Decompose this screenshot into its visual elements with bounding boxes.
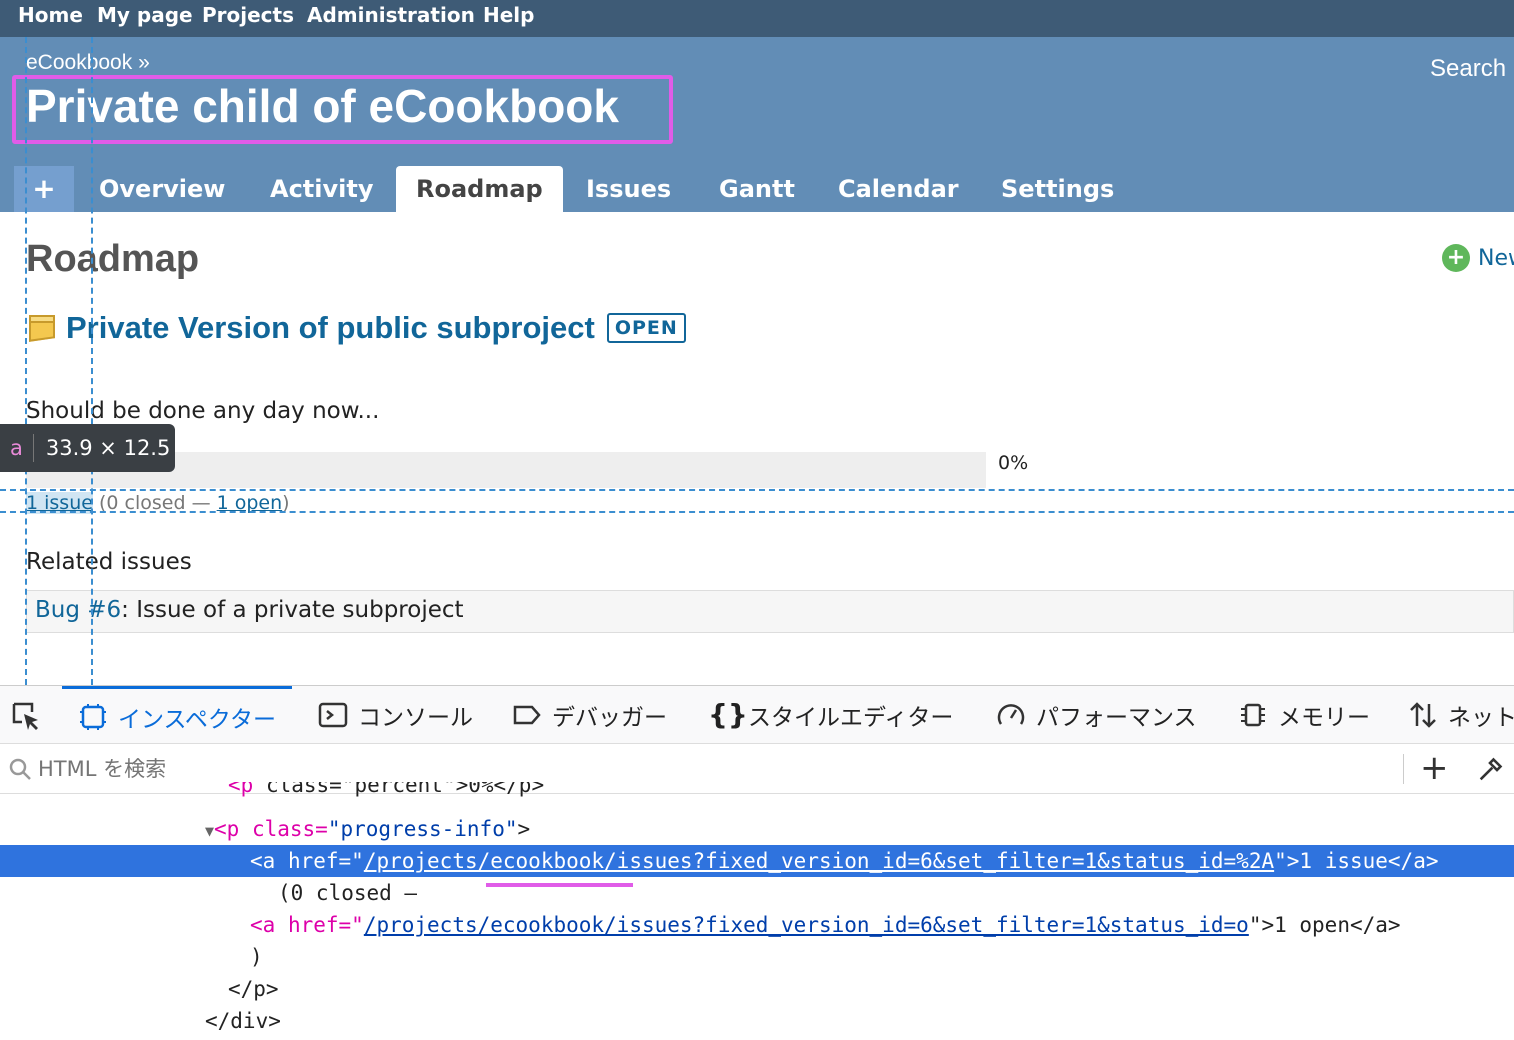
devtools-tab-label: コンソール	[358, 705, 473, 731]
package-icon	[26, 312, 58, 344]
divider	[1403, 754, 1404, 784]
code-attr-value: "progress-info"	[327, 817, 518, 841]
inspector-guide-top	[0, 489, 1514, 491]
page-title: Roadmap	[26, 238, 200, 280]
debugger-icon	[513, 705, 541, 725]
markup-line-open-anchor[interactable]: <a href="/projects/ecookbook/issues?fixe…	[0, 909, 1514, 941]
code-url[interactable]: /projects/ecookbook/issues?fixed_version…	[364, 849, 1274, 873]
code-close: >	[517, 817, 531, 841]
inspector-guide-left	[25, 37, 27, 685]
top-menu: Home My page Projects Administration Hel…	[0, 0, 1514, 37]
search-label[interactable]: Search	[1430, 55, 1506, 83]
code-tag: <p	[228, 782, 254, 797]
inspector-tooltip: a 33.9 × 12.5	[0, 424, 175, 472]
devtools-tab-label: デバッガー	[552, 705, 667, 731]
inspector-icon	[80, 703, 106, 730]
tab-calendar[interactable]: Calendar	[838, 166, 959, 212]
version-link[interactable]: Private Version of public subproject	[66, 310, 595, 346]
markup-line-paren[interactable]: )	[0, 941, 1514, 973]
inspector-guide-right	[91, 37, 93, 685]
title-highlight-box	[12, 75, 673, 144]
code-tag: <a	[250, 913, 276, 937]
devtools-tab-label: パフォーマンス	[1036, 705, 1197, 731]
tab-activity[interactable]: Activity	[270, 166, 374, 212]
status-badge: OPEN	[606, 313, 686, 343]
style-editor-icon: {}	[708, 698, 748, 731]
code-attr-name: class=	[239, 817, 328, 841]
devtools-tab-network[interactable]: ネット	[1408, 686, 1514, 744]
devtools-tab-style-editor[interactable]: {} スタイルエディター	[708, 686, 953, 744]
devtools-tab-inspector[interactable]: インスペクター	[62, 686, 293, 744]
tab-gantt[interactable]: Gantt	[719, 166, 795, 212]
tab-roadmap[interactable]: Roadmap	[396, 166, 563, 212]
devtools-panel: インスペクター コンソール デバッガー {} スタイルエディター パフォーマンス…	[0, 685, 1514, 1040]
eyedropper-icon[interactable]	[1476, 756, 1504, 784]
add-icon: +	[1442, 244, 1470, 272]
console-icon	[318, 702, 348, 728]
tooltip-tag: a	[0, 434, 34, 462]
top-menu-projects[interactable]: Projects	[202, 3, 294, 27]
tab-overview[interactable]: Overview	[99, 166, 225, 212]
devtools-tab-memory[interactable]: メモリー	[1238, 686, 1370, 744]
code-rest: ">1 open</a>	[1248, 913, 1401, 937]
collapse-triangle-icon[interactable]: ▼	[205, 822, 214, 840]
top-menu-administration[interactable]: Administration	[307, 3, 475, 27]
devtools-tab-label: インスペクター	[118, 706, 277, 733]
code-tag: <a	[250, 849, 276, 873]
code-url[interactable]: /projects/ecookbook/issues?fixed_version…	[364, 913, 1249, 937]
code-tag: <p	[214, 817, 240, 841]
related-issue-subject: : Issue of a private subproject	[121, 597, 464, 623]
devtools-tab-debugger[interactable]: デバッガー	[512, 686, 667, 744]
devtools-tab-label: ネット	[1448, 705, 1514, 731]
code-attr-name: href="	[275, 849, 364, 873]
html-search-input[interactable]	[38, 754, 1388, 784]
new-version-link[interactable]: + New	[1442, 244, 1514, 272]
performance-icon	[997, 704, 1025, 725]
tab-issues[interactable]: Issues	[586, 166, 671, 212]
markup-line-text[interactable]: (0 closed –	[0, 877, 1514, 909]
main-content: Roadmap + New Private Version of public …	[0, 212, 1514, 685]
devtools-tab-performance[interactable]: パフォーマンス	[996, 686, 1197, 744]
related-issue-link[interactable]: Bug #6	[35, 597, 121, 623]
markup-line-progress-info[interactable]: ▼<p class="progress-info">	[0, 813, 1514, 845]
code-attr-name: href="	[275, 913, 364, 937]
tooltip-dimensions: 33.9 × 12.5	[45, 436, 171, 460]
code-rest: ">1 issue</a>	[1274, 849, 1439, 873]
inspector-guide-bottom	[0, 511, 1514, 513]
devtools-toolbar: インスペクター コンソール デバッガー {} スタイルエディター パフォーマンス…	[0, 686, 1514, 744]
markup-line-close-div[interactable]: </div>	[0, 1005, 1514, 1037]
related-issues-label: Related issues	[26, 549, 192, 575]
tab-new-object[interactable]: +	[14, 166, 74, 212]
search-icon	[9, 758, 31, 780]
code-attrs: class="percent">0%</p>	[253, 782, 545, 797]
related-issue-row: Bug #6: Issue of a private subproject	[26, 590, 1514, 633]
top-menu-help[interactable]: Help	[483, 3, 534, 27]
element-picker-icon[interactable]	[10, 700, 42, 732]
project-header: eCookbook » Private child of eCookbook S…	[0, 37, 1514, 212]
top-menu-home[interactable]: Home	[18, 3, 83, 27]
network-icon	[1410, 702, 1436, 728]
markup-line-percent[interactable]: <p class="percent">0%</p>	[0, 782, 1514, 800]
markup-line-selected-anchor[interactable]: <a href="/projects/ecookbook/issues?fixe…	[0, 845, 1514, 877]
progress-percent: 0%	[998, 452, 1029, 474]
version-description: Should be done any day now...	[26, 398, 380, 424]
new-version-label: New	[1478, 245, 1514, 271]
devtools-tab-label: メモリー	[1278, 705, 1370, 731]
version-heading: Private Version of public subproject OPE…	[26, 310, 686, 346]
breadcrumb[interactable]: eCookbook »	[26, 51, 150, 75]
memory-icon	[1241, 703, 1265, 727]
devtools-tab-console[interactable]: コンソール	[318, 686, 473, 744]
tab-settings[interactable]: Settings	[1001, 166, 1114, 212]
devtools-tab-label: スタイルエディター	[748, 705, 954, 731]
markup-line-close-p[interactable]: </p>	[0, 973, 1514, 1005]
top-menu-my-page[interactable]: My page	[97, 3, 193, 27]
